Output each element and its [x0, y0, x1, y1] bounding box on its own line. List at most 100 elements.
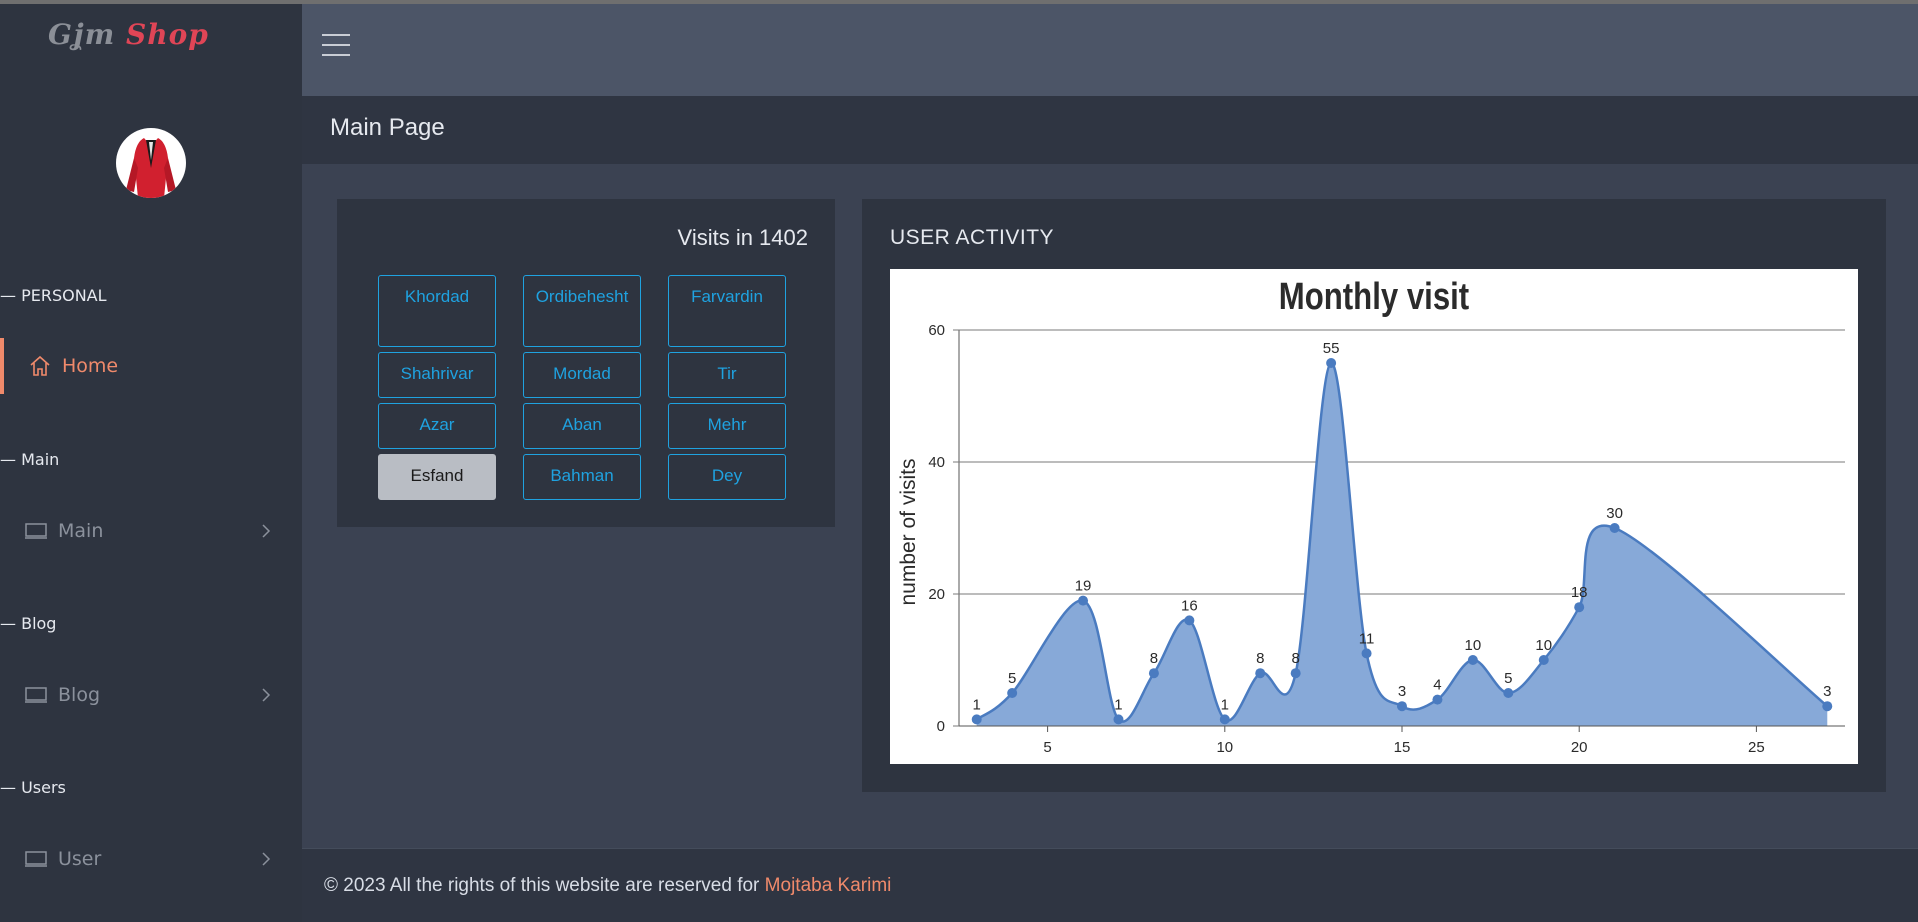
sidebar-item-blog[interactable]: Blog [0, 667, 302, 723]
section-blog: — Blog [0, 614, 57, 633]
data-point[interactable] [1184, 615, 1195, 626]
data-label: 5 [1008, 670, 1016, 687]
data-label: 3 [1823, 683, 1831, 700]
sidebar: Gʝт Shop — PERSONAL Home — Main Main — B… [0, 4, 302, 922]
month-button-azar[interactable]: Azar [378, 403, 496, 449]
data-label: 8 [1292, 650, 1300, 667]
sidebar-item-label: Main [58, 520, 104, 542]
month-button-mehr[interactable]: Mehr [668, 403, 786, 449]
data-point[interactable] [1467, 655, 1478, 665]
x-tick-label: 10 [1216, 739, 1233, 756]
data-label: 1 [973, 696, 981, 713]
brand-logo[interactable]: Gʝт Shop [48, 18, 209, 51]
data-point[interactable] [1007, 688, 1018, 698]
data-point[interactable] [1361, 648, 1372, 659]
data-point[interactable] [1290, 668, 1301, 679]
chart-y-axis-label: number of visits [897, 458, 920, 605]
month-button-dey[interactable]: Dey [668, 454, 786, 500]
x-tick-label: 25 [1748, 739, 1765, 756]
logo-part1: Gʝт [48, 18, 116, 51]
data-label: 30 [1606, 505, 1623, 522]
month-button-tir[interactable]: Tir [668, 352, 786, 398]
footer: © 2023 All the rights of this website ar… [302, 848, 1918, 922]
data-label: 3 [1398, 683, 1406, 700]
data-label: 11 [1359, 630, 1375, 647]
author-link[interactable]: Mojtaba Karimi [765, 875, 892, 896]
data-point[interactable] [1503, 688, 1514, 698]
data-label: 55 [1323, 340, 1340, 357]
y-tick-label: 20 [928, 586, 945, 603]
sidebar-item-user[interactable]: User [0, 831, 302, 887]
data-label: 16 [1181, 597, 1198, 614]
footer-text: © 2023 All the rights of this website ar… [324, 875, 760, 896]
home-icon [28, 354, 52, 378]
monitor-icon [24, 683, 48, 707]
y-tick-label: 60 [928, 322, 945, 339]
data-label: 10 [1535, 637, 1552, 654]
data-label: 10 [1465, 637, 1482, 654]
logo-part2: Shop [126, 18, 209, 51]
month-button-ordibehesht[interactable]: Ordibehesht [523, 275, 641, 347]
menu-toggle-icon[interactable] [322, 34, 350, 58]
data-label: 8 [1256, 650, 1264, 667]
visits-card-title: Visits in 1402 [677, 225, 808, 250]
page-header: Main Page [302, 96, 1918, 164]
data-point[interactable] [1432, 694, 1443, 705]
data-point[interactable] [1326, 358, 1337, 368]
chart-container: Monthly visit number of visits 0 20 40 60 1… [890, 269, 1858, 764]
data-point[interactable] [1219, 714, 1230, 725]
activity-card-title: USER ACTIVITY [890, 226, 1055, 249]
data-point[interactable] [1397, 701, 1407, 712]
month-button-aban[interactable]: Aban [523, 403, 641, 449]
sidebar-item-label: Home [62, 355, 119, 377]
data-label: 1 [1221, 696, 1229, 713]
month-button-khordad[interactable]: Khordad [378, 275, 496, 347]
month-button-farvardin[interactable]: Farvardin [668, 275, 786, 347]
chevron-right-icon [262, 688, 271, 702]
data-label: 1 [1114, 696, 1122, 713]
data-label: 18 [1571, 584, 1588, 601]
footer-copyright: © 2023 All the rights of this website ar… [324, 875, 891, 897]
monitor-icon [24, 519, 48, 543]
data-point[interactable] [1609, 523, 1620, 533]
top-navbar [302, 4, 1918, 96]
section-personal: — PERSONAL [0, 286, 107, 305]
monitor-icon [24, 847, 48, 871]
data-point[interactable] [1078, 595, 1089, 606]
data-label: 5 [1504, 670, 1512, 687]
avatar[interactable] [116, 128, 186, 198]
chevron-right-icon [262, 852, 271, 866]
series-area [976, 362, 1828, 726]
chart-title: Monthly visit [1279, 276, 1470, 318]
user-activity-card: USER ACTIVITY Monthly visit number of vi… [862, 199, 1886, 792]
data-label: 4 [1433, 677, 1441, 694]
chevron-right-icon [262, 524, 271, 538]
data-label: 19 [1075, 578, 1092, 595]
data-point[interactable] [1148, 668, 1159, 679]
x-tick-label: 15 [1394, 739, 1411, 756]
monthly-visit-chart: Monthly visit number of visits 0 20 40 60 1… [897, 276, 1845, 756]
month-button-bahman[interactable]: Bahman [523, 454, 641, 500]
data-point[interactable] [971, 714, 982, 725]
sidebar-item-label: User [58, 848, 102, 870]
x-tick-label: 5 [1043, 739, 1051, 756]
data-label: 8 [1150, 650, 1158, 667]
y-tick-label: 40 [928, 454, 945, 471]
sidebar-item-main[interactable]: Main [0, 503, 302, 559]
section-main: — Main [0, 450, 60, 469]
visits-card: Visits in 1402 Khordad Ordibehesht Farva… [337, 199, 835, 527]
sidebar-item-label: Blog [58, 684, 100, 706]
data-point[interactable] [1574, 602, 1585, 613]
month-button-shahrivar[interactable]: Shahrivar [378, 352, 496, 398]
month-button-esfand[interactable]: Esfand [378, 454, 496, 500]
data-point[interactable] [1255, 668, 1266, 679]
data-point[interactable] [1822, 701, 1833, 712]
section-users: — Users [0, 778, 66, 797]
x-tick-label: 20 [1571, 739, 1588, 756]
red-jacket-icon [126, 138, 176, 198]
data-point[interactable] [1113, 714, 1124, 725]
data-point[interactable] [1538, 655, 1549, 665]
month-button-mordad[interactable]: Mordad [523, 352, 641, 398]
y-tick-label: 0 [937, 718, 945, 735]
sidebar-item-home[interactable]: Home [0, 338, 302, 394]
